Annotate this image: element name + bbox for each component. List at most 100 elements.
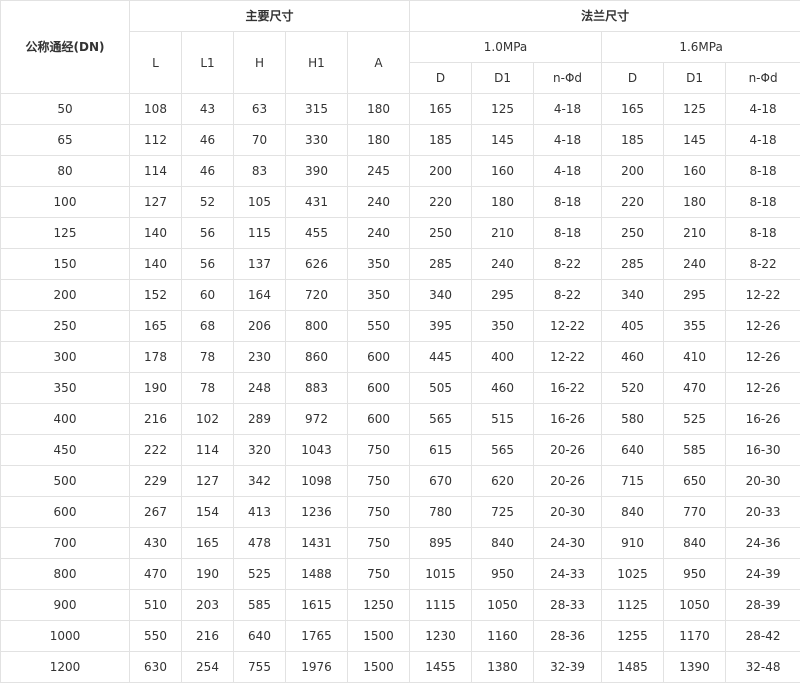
table-cell: 250	[409, 217, 473, 249]
table-cell: 12-26	[725, 341, 800, 373]
table-cell: 445	[409, 341, 473, 373]
table-cell: 206	[233, 310, 286, 342]
table-cell: 600	[346, 341, 411, 373]
col-nd-header: n-Φd	[533, 62, 603, 94]
table-cell: 56	[181, 217, 234, 249]
col-D-header: D	[409, 62, 473, 94]
table-cell: 430	[129, 527, 182, 559]
table-cell: 28-39	[725, 589, 800, 621]
table-cell: 600	[346, 403, 411, 435]
table-cell: 640	[233, 620, 286, 652]
table-cell: 1500	[346, 651, 411, 683]
table-cell: 1765	[285, 620, 348, 652]
table-cell: 70	[233, 124, 286, 156]
table-cell: 190	[129, 372, 182, 404]
col-L1-header: L1	[181, 31, 234, 94]
table-cell: 165	[409, 93, 473, 125]
table-cell: 1976	[285, 651, 348, 683]
table-cell: 165	[601, 93, 665, 125]
table-cell: 16-26	[533, 403, 603, 435]
table-cell: 455	[285, 217, 348, 249]
table-cell: 165	[181, 527, 234, 559]
table-cell: 180	[346, 124, 411, 156]
table-cell: 750	[346, 434, 411, 466]
table-cell: 8-22	[533, 279, 603, 311]
table-cell: 240	[471, 248, 535, 280]
table-cell: 770	[663, 496, 727, 528]
table-cell: 28-33	[533, 589, 603, 621]
table-cell: 137	[233, 248, 286, 280]
table-cell: 216	[129, 403, 182, 435]
table-cell: 340	[409, 279, 473, 311]
col-L-header: L	[129, 31, 182, 94]
table-cell: 950	[663, 558, 727, 590]
table-cell: 8-18	[533, 186, 603, 218]
dn-cell: 125	[0, 217, 130, 249]
table-row: 700 430 165 478 1431 750 895 840 24-30 910 840 24-3…	[0, 527, 800, 559]
dn-cell: 350	[0, 372, 130, 404]
table-cell: 800	[285, 310, 348, 342]
table-cell: 950	[471, 558, 535, 590]
table-cell: 24-36	[725, 527, 800, 559]
table-cell: 4-18	[725, 124, 800, 156]
table-cell: 630	[129, 651, 182, 683]
table-cell: 180	[663, 186, 727, 218]
table-cell: 83	[233, 155, 286, 187]
table-cell: 1488	[285, 558, 348, 590]
table-row: 125 140 56 115 455 240 250 210 8-18 250 210 8-18	[0, 217, 800, 249]
col-nd-header: n-Φd	[725, 62, 800, 94]
dn-header: 公称通经(DN)	[0, 0, 130, 94]
table-cell: 145	[471, 124, 535, 156]
table-cell: 185	[409, 124, 473, 156]
table-cell: 460	[471, 372, 535, 404]
table-row: 800 470 190 525 1488 750 1015 950 24-33 1025 950 24…	[0, 558, 800, 590]
table-cell: 8-18	[725, 155, 800, 187]
table-cell: 355	[663, 310, 727, 342]
table-cell: 1380	[471, 651, 535, 683]
table-cell: 972	[285, 403, 348, 435]
dn-cell: 65	[0, 124, 130, 156]
table-cell: 20-30	[725, 465, 800, 497]
table-cell: 114	[181, 434, 234, 466]
table-cell: 230	[233, 341, 286, 373]
table-row: 65 112 46 70 330 180 185 145 4-18 185 145 4-18	[0, 124, 800, 156]
table-cell: 525	[233, 558, 286, 590]
table-cell: 20-26	[533, 465, 603, 497]
table-cell: 20-30	[533, 496, 603, 528]
table-cell: 8-18	[725, 186, 800, 218]
table-cell: 585	[663, 434, 727, 466]
table-cell: 840	[601, 496, 665, 528]
table-cell: 670	[409, 465, 473, 497]
table-cell: 780	[409, 496, 473, 528]
table-cell: 46	[181, 124, 234, 156]
table-cell: 350	[346, 279, 411, 311]
table-cell: 210	[471, 217, 535, 249]
table-cell: 108	[129, 93, 182, 125]
table-cell: 102	[181, 403, 234, 435]
dn-cell: 50	[0, 93, 130, 125]
dn-cell: 1000	[0, 620, 130, 652]
table-cell: 24-33	[533, 558, 603, 590]
table-cell: 222	[129, 434, 182, 466]
table-cell: 203	[181, 589, 234, 621]
table-cell: 295	[471, 279, 535, 311]
table-row: 500 229 127 342 1098 750 670 620 20-26 715 650 20-3…	[0, 465, 800, 497]
table-cell: 12-22	[725, 279, 800, 311]
table-cell: 185	[601, 124, 665, 156]
table-cell: 190	[181, 558, 234, 590]
table-cell: 285	[409, 248, 473, 280]
table-cell: 125	[471, 93, 535, 125]
table-cell: 640	[601, 434, 665, 466]
table-cell: 63	[233, 93, 286, 125]
table-cell: 12-26	[725, 372, 800, 404]
table-cell: 8-18	[533, 217, 603, 249]
table-row: 450 222 114 320 1043 750 615 565 20-26 640 585 16-3…	[0, 434, 800, 466]
main-dims-header: 主要尺寸	[128, 0, 411, 32]
table-cell: 20-33	[725, 496, 800, 528]
dn-cell: 1200	[0, 651, 130, 683]
table-cell: 178	[129, 341, 182, 373]
table-cell: 267	[129, 496, 182, 528]
table-cell: 12-26	[725, 310, 800, 342]
dn-cell: 100	[0, 186, 130, 218]
table-body: 50 108 43 63 315 180 165 125 4-18 165 125 4-18 65 112…	[0, 93, 800, 683]
